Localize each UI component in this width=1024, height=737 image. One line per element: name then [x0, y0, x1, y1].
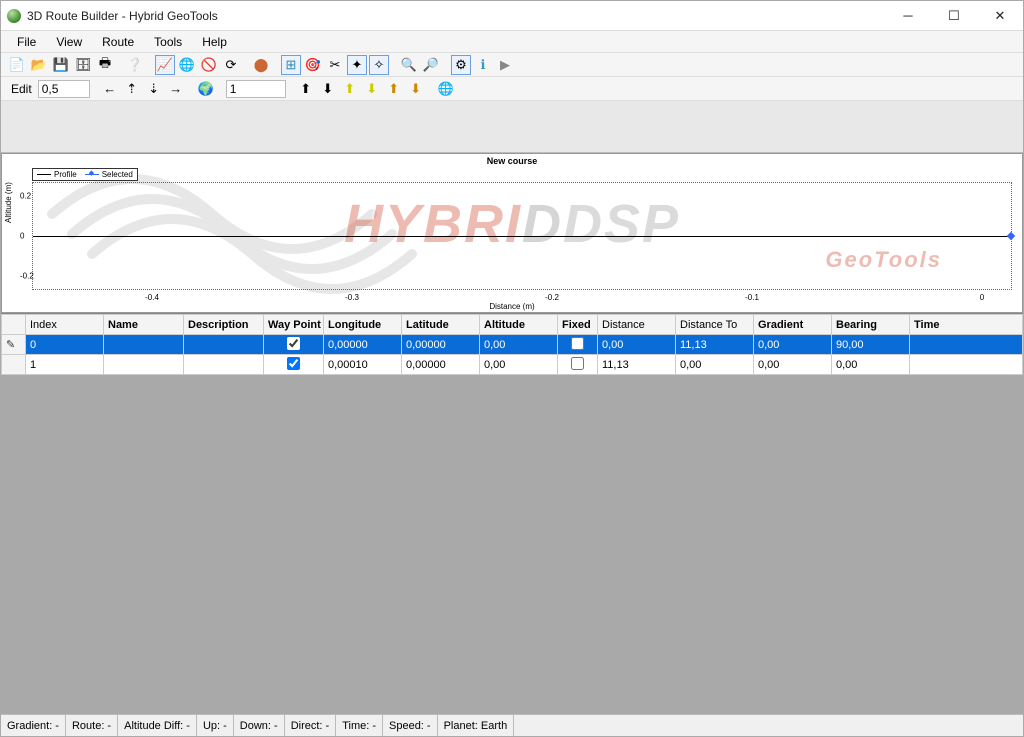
- down1-icon[interactable]: ⬇: [318, 79, 338, 99]
- status-altdiff: Altitude Diff: -: [118, 715, 197, 736]
- col-gradient[interactable]: Gradient: [754, 315, 832, 335]
- info-icon[interactable]: ℹ: [473, 55, 493, 75]
- table-row[interactable]: 10,000100,000000,0011,130,000,000,00: [2, 355, 1023, 375]
- chart-ylabel: Altitude (m): [4, 182, 13, 223]
- down2-icon[interactable]: ⬇: [362, 79, 382, 99]
- col-description[interactable]: Description: [184, 315, 264, 335]
- arrow-down-alt-icon[interactable]: ⇣: [144, 79, 164, 99]
- zoom-in-icon[interactable]: 🔍: [399, 55, 419, 75]
- minimize-button[interactable]: ─: [885, 1, 931, 31]
- up1-icon[interactable]: ⬆: [296, 79, 316, 99]
- menu-route[interactable]: Route: [94, 33, 142, 51]
- arrow-left-icon[interactable]: ←: [100, 79, 120, 99]
- table-row[interactable]: ✎00,000000,000000,000,0011,130,0090,00: [2, 335, 1023, 355]
- chart-xlabel: Distance (m): [2, 302, 1022, 311]
- edit-value-input[interactable]: [38, 80, 90, 98]
- status-gradient: Gradient: -: [1, 715, 66, 736]
- col-bearing[interactable]: Bearing: [832, 315, 910, 335]
- grid-icon[interactable]: ⊞: [281, 55, 301, 75]
- selected-point-icon: [1007, 232, 1015, 240]
- globe-arrows-icon[interactable]: 🌐: [436, 79, 456, 99]
- toolbar-edit: Edit ← ⇡ ⇣ → 🌍 ⬆ ⬇ ⬆ ⬇ ⬆ ⬇ 🌐: [1, 77, 1023, 101]
- save-icon[interactable]: 💾: [51, 55, 71, 75]
- edit-label: Edit: [7, 82, 36, 96]
- grid-header-row: Index Name Description Way Point Longitu…: [2, 315, 1023, 335]
- col-time[interactable]: Time: [910, 315, 1023, 335]
- settings-icon[interactable]: ⚙: [451, 55, 471, 75]
- waypoint-checkbox[interactable]: [287, 357, 300, 370]
- toolbar-main: 📄 📂 💾 🗄 🖶 ❔ 📈 🌐 🚫 ⟳ ⬤ ⊞ 🎯 ✂ ✦ ✧ 🔍 🔎 ⚙ ℹ …: [1, 53, 1023, 77]
- window-title: 3D Route Builder - Hybrid GeoTools: [27, 9, 218, 23]
- chart-title: New course: [2, 156, 1022, 166]
- help-icon[interactable]: ❔: [125, 55, 145, 75]
- new-file-icon[interactable]: 📄: [7, 55, 27, 75]
- print-icon[interactable]: 🖶: [95, 55, 115, 75]
- status-planet: Planet: Earth: [438, 715, 515, 736]
- status-time: Time: -: [336, 715, 383, 736]
- arrow-right-icon[interactable]: →: [166, 79, 186, 99]
- waypoint-grid-wrap: Index Name Description Way Point Longitu…: [1, 313, 1023, 714]
- record-icon[interactable]: ⬤: [251, 55, 271, 75]
- status-up: Up: -: [197, 715, 234, 736]
- fixed-checkbox[interactable]: [571, 357, 584, 370]
- refresh-icon[interactable]: ⟳: [221, 55, 241, 75]
- maximize-button[interactable]: ☐: [931, 1, 977, 31]
- menu-file[interactable]: File: [9, 33, 44, 51]
- app-icon: [7, 9, 21, 23]
- target-icon[interactable]: 🎯: [303, 55, 323, 75]
- menu-tools[interactable]: Tools: [146, 33, 190, 51]
- globe-small-icon[interactable]: 🌍: [196, 79, 216, 99]
- status-direct: Direct: -: [285, 715, 337, 736]
- tool-b-icon[interactable]: ✧: [369, 55, 389, 75]
- close-button[interactable]: ✕: [977, 1, 1023, 31]
- up3-icon[interactable]: ⬆: [384, 79, 404, 99]
- play-icon[interactable]: ▶: [495, 55, 515, 75]
- up2-icon[interactable]: ⬆: [340, 79, 360, 99]
- waypoint-grid[interactable]: Index Name Description Way Point Longitu…: [1, 314, 1023, 375]
- col-name[interactable]: Name: [104, 315, 184, 335]
- status-route: Route: -: [66, 715, 118, 736]
- no-globe-icon[interactable]: 🚫: [199, 55, 219, 75]
- col-waypoint[interactable]: Way Point: [264, 315, 324, 335]
- menu-help[interactable]: Help: [194, 33, 235, 51]
- zoom-out-icon[interactable]: 🔎: [421, 55, 441, 75]
- titlebar: 3D Route Builder - Hybrid GeoTools ─ ☐ ✕: [1, 1, 1023, 31]
- cut-icon[interactable]: ✂: [325, 55, 345, 75]
- menu-view[interactable]: View: [48, 33, 90, 51]
- fixed-checkbox[interactable]: [571, 337, 584, 350]
- chart-plot-area: [32, 182, 1012, 290]
- arrow-up-alt-icon[interactable]: ⇡: [122, 79, 142, 99]
- col-index[interactable]: Index: [26, 315, 104, 335]
- spin-value-input[interactable]: [226, 80, 286, 98]
- open-file-icon[interactable]: 📂: [29, 55, 49, 75]
- globe-icon[interactable]: 🌐: [177, 55, 197, 75]
- statusbar: Gradient: - Route: - Altitude Diff: - Up…: [1, 714, 1023, 736]
- col-distanceto[interactable]: Distance To: [676, 315, 754, 335]
- col-altitude[interactable]: Altitude: [480, 315, 558, 335]
- col-distance[interactable]: Distance: [598, 315, 676, 335]
- status-speed: Speed: -: [383, 715, 438, 736]
- waypoint-checkbox[interactable]: [287, 337, 300, 350]
- toolbar-spacer: [1, 101, 1023, 153]
- profile-chart[interactable]: HYBRIDDSP GeoTools New course Profile Se…: [1, 153, 1023, 313]
- col-latitude[interactable]: Latitude: [402, 315, 480, 335]
- tool-a-icon[interactable]: ✦: [347, 55, 367, 75]
- col-fixed[interactable]: Fixed: [558, 315, 598, 335]
- save-as-icon[interactable]: 🗄: [73, 55, 93, 75]
- down3-icon[interactable]: ⬇: [406, 79, 426, 99]
- status-down: Down: -: [234, 715, 285, 736]
- chart-toggle-icon[interactable]: 📈: [155, 55, 175, 75]
- menubar: File View Route Tools Help: [1, 31, 1023, 53]
- col-longitude[interactable]: Longitude: [324, 315, 402, 335]
- chart-legend: Profile Selected: [32, 168, 138, 181]
